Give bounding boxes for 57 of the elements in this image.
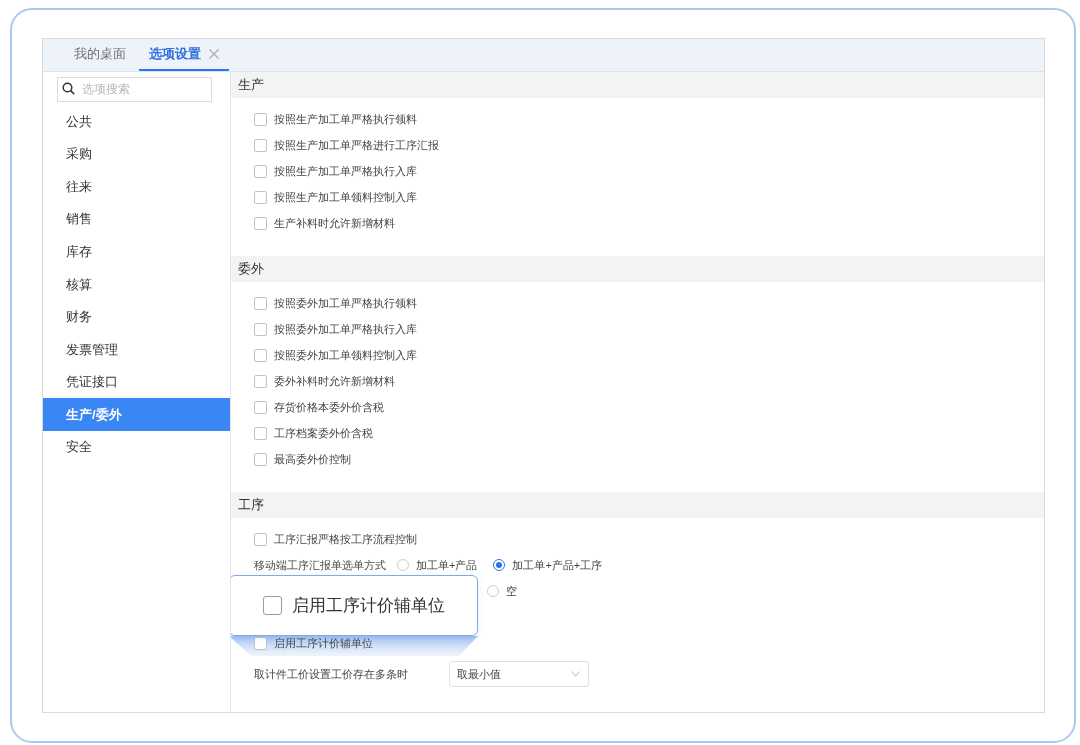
field-label: 取计件工价设置工价存在多条时 — [254, 666, 408, 682]
sidebar-item[interactable]: 生产/委外 — [43, 398, 230, 431]
checkbox[interactable] — [254, 190, 267, 204]
sidebar-item[interactable]: 采购 — [43, 137, 230, 171]
search-icon — [62, 82, 75, 95]
radio-label: 加工单+产品 — [416, 557, 478, 573]
section-header: 工序 — [231, 492, 1044, 518]
chevron-down-icon — [571, 671, 580, 677]
radio-label: 加工单+产品+工序 — [512, 557, 603, 573]
sidebar-item[interactable]: 库存 — [43, 235, 230, 268]
option-label: 最高委外价控制 — [274, 451, 351, 467]
tab[interactable]: 选项设置 — [139, 39, 229, 71]
sidebar-item[interactable]: 公共 — [43, 105, 230, 138]
option-label: 委外补料时允许新增材料 — [274, 373, 395, 389]
checkbox[interactable] — [254, 400, 267, 414]
checkbox[interactable] — [254, 374, 267, 388]
checkbox[interactable] — [254, 138, 267, 152]
radio-button[interactable] — [397, 559, 409, 571]
option-label: 按照生产加工单领料控制入库 — [274, 189, 417, 205]
sidebar-item[interactable]: 核算 — [43, 267, 230, 301]
callout-label: 启用工序计价辅单位 — [292, 594, 445, 617]
sidebar-item[interactable]: 销售 — [43, 202, 230, 236]
sidebar-item[interactable]: 发票管理 — [43, 333, 230, 366]
section-header: 委外 — [231, 256, 1044, 282]
sidebar-item[interactable]: 往来 — [43, 170, 230, 203]
option-label: 按照生产加工单严格执行入库 — [274, 163, 417, 179]
option-label: 按照委外加工单严格执行入库 — [274, 321, 417, 337]
sidebar-item[interactable]: 财务 — [43, 300, 230, 334]
checkbox[interactable] — [254, 426, 267, 440]
option-label: 移动端工序汇报单选单方式 — [254, 557, 386, 573]
select-field[interactable]: 取最小值 — [449, 661, 589, 687]
checkbox[interactable] — [263, 596, 282, 615]
radio-button[interactable] — [487, 585, 499, 597]
option-label: 按照委外加工单严格执行领料 — [274, 295, 417, 311]
search-field[interactable]: 选项搜索 — [57, 76, 212, 102]
tab[interactable]: 我的桌面 — [64, 39, 136, 71]
section-header: 生产 — [231, 72, 1044, 98]
option-label: 工序汇报严格按工序流程控制 — [274, 531, 417, 547]
option-label: 存货价格本委外价含税 — [274, 399, 384, 415]
checkbox[interactable] — [254, 452, 267, 466]
option-label: 按照生产加工单严格执行领料 — [274, 111, 417, 127]
checkbox[interactable] — [254, 296, 267, 310]
checkbox[interactable] — [254, 216, 267, 230]
checkbox[interactable] — [254, 322, 267, 336]
radio-button[interactable] — [493, 559, 506, 571]
option-label: 按照委外加工单领料控制入库 — [274, 347, 417, 363]
option-label: 生产补料时允许新增材料 — [274, 215, 395, 231]
checkbox[interactable] — [254, 348, 267, 362]
sidebar-item[interactable]: 安全 — [43, 430, 230, 464]
sidebar-item[interactable]: 凭证接口 — [43, 365, 230, 399]
checkbox[interactable] — [254, 112, 267, 126]
option-label: 工序档案委外价含税 — [274, 425, 373, 441]
checkbox[interactable] — [254, 164, 267, 178]
option-label: 启用工序计价辅单位 — [274, 635, 373, 651]
radio-label: 空 — [506, 583, 517, 599]
checkbox[interactable] — [254, 532, 267, 546]
option-label: 按照生产加工单严格进行工序汇报 — [274, 137, 439, 153]
